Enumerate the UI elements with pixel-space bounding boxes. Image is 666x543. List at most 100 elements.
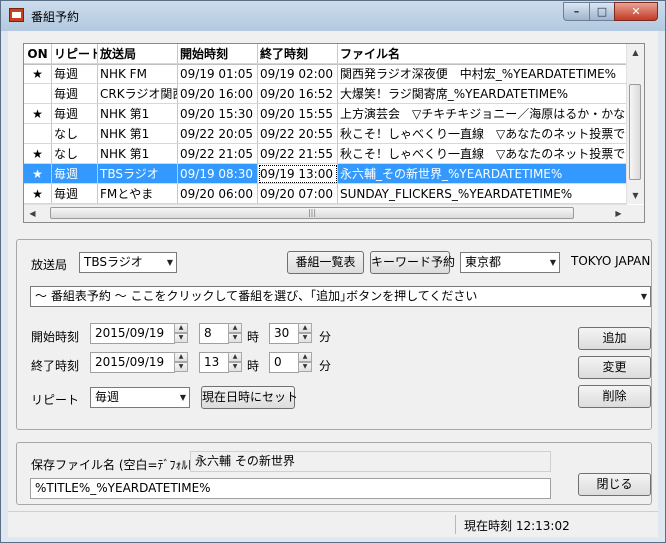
repeat-label: リピート [31,393,80,407]
vertical-scrollbar[interactable]: ▲ ▼ [626,44,644,204]
set-now-button[interactable]: 現在日時にセット [201,386,298,409]
scroll-down-icon[interactable]: ▼ [627,187,644,204]
spin-up-icon[interactable]: ▲ [228,323,242,333]
window-title: 番組予約 [31,10,80,24]
cell-filename: 大爆笑！ラジ関寄席_%YEARDATETIME% [338,84,644,104]
table-row[interactable]: ★ なし NHK 第1 09/22 21:05 09/22 21:55 秋こそ！しゃべくり… [24,144,644,164]
spin-down-icon[interactable]: ▼ [174,362,188,372]
scroll-right-icon[interactable]: ▶ [610,205,627,222]
reservation-table[interactable]: ON リピート 放送局 開始時刻 終了時刻 ファイル名 ★ 毎週 NHK FM 09/… [23,43,645,223]
cell-on [24,124,52,144]
spin-down-icon[interactable]: ▼ [174,333,188,343]
spin-down-icon[interactable]: ▼ [298,362,312,372]
vertical-scroll-thumb[interactable] [629,84,641,180]
title-bar[interactable]: 番組予約 – □ ✕ [1,1,665,31]
cell-start: 09/19 08:30 [178,164,258,184]
end-hour-field[interactable]: 13 [199,352,229,373]
cell-repeat: なし [52,124,98,144]
table-header: ON リピート 放送局 開始時刻 終了時刻 ファイル名 [24,44,644,65]
maximize-icon: □ [596,5,608,18]
spin-down-icon[interactable]: ▼ [228,333,242,343]
end-minute-unit: 分 [319,359,332,373]
spin-up-icon[interactable]: ▲ [298,323,312,333]
chevron-down-icon: ▼ [640,292,647,301]
chevron-down-icon: ▼ [179,393,186,402]
column-header-repeat[interactable]: リピート [52,44,98,64]
spin-up-icon[interactable]: ▲ [174,323,188,333]
spin-down-icon[interactable]: ▼ [228,362,242,372]
start-minute-spinner[interactable]: ▲ ▼ [298,323,312,344]
start-hour-unit: 時 [247,330,260,344]
end-minute-spinner[interactable]: ▲ ▼ [298,352,312,373]
table-row[interactable]: ★ 毎週 FMとやま 09/20 06:00 09/20 07:00 SUNDAY_FLI… [24,184,644,204]
start-minute-field[interactable]: 30 [269,323,299,344]
keyword-reserve-button[interactable]: キーワード予約 [370,251,455,274]
scroll-left-icon[interactable]: ◀ [24,205,41,222]
spin-up-icon[interactable]: ▲ [298,352,312,362]
cell-end: 09/22 21:55 [258,144,338,164]
cell-station: NHK 第1 [98,124,178,144]
cell-station: NHK 第1 [98,144,178,164]
cell-station: TBSラジオ [98,164,178,184]
cell-station: NHK 第1 [98,104,178,124]
column-header-on[interactable]: ON [24,44,52,64]
cell-on: ★ [24,184,52,204]
close-icon: ✕ [631,5,641,18]
table-row[interactable]: ★ 毎週 NHK 第1 09/20 15:30 09/20 15:55 上方演芸会 ▽チキ… [24,104,644,124]
start-hour-spinner[interactable]: ▲ ▼ [228,323,242,344]
cell-repeat: なし [52,144,98,164]
chevron-down-icon: ▼ [166,258,173,267]
cell-filename: 秋こそ！しゃべくり一直線 ▽あなたのネット投票で“しゃべくり王 [338,144,644,164]
table-row[interactable]: 毎週 CRKラジオ関西 09/20 16:00 09/20 16:52 大爆笑！ラジ関寄… [24,84,644,104]
filename-input[interactable]: %TITLE%_%YEARDATETIME% [30,478,551,499]
chevron-down-icon: ▼ [549,258,556,267]
cell-start: 09/19 01:05 [178,64,258,84]
cell-filename: 永六輔_その新世界_%YEARDATETIME% [338,164,644,184]
cell-end: 09/20 15:55 [258,104,338,124]
spin-down-icon[interactable]: ▼ [298,333,312,343]
column-header-end[interactable]: 終了時刻 [258,44,338,64]
add-button[interactable]: 追加 [578,327,651,350]
start-hour-field[interactable]: 8 [199,323,229,344]
cell-filename: 関西発ラジオ深夜便 中村宏_%YEARDATETIME% [338,64,644,84]
program-list-button[interactable]: 番組一覧表 [287,251,364,274]
client-area: ON リピート 放送局 開始時刻 終了時刻 ファイル名 ★ 毎週 NHK FM 09/… [8,31,658,537]
spin-up-icon[interactable]: ▲ [174,352,188,362]
column-header-station[interactable]: 放送局 [98,44,178,64]
column-header-start[interactable]: 開始時刻 [178,44,258,64]
table-row[interactable]: ★ 毎週 NHK FM 09/19 01:05 09/19 02:00 関西発ラジオ深夜便… [24,64,644,84]
repeat-select[interactable]: 毎週 ▼ [90,387,190,408]
cell-repeat: 毎週 [52,184,98,204]
end-hour-spinner[interactable]: ▲ ▼ [228,352,242,373]
maximize-button[interactable]: □ [589,2,615,21]
end-date-field[interactable]: 2015/09/19 [90,352,175,373]
cell-end: 09/20 16:52 [258,84,338,104]
end-minute-field[interactable]: 0 [269,352,299,373]
horizontal-scroll-thumb[interactable]: ||| [50,207,574,219]
area-select-value: 東京都 [465,255,502,269]
delete-button[interactable]: 削除 [578,385,651,408]
start-date-spinner[interactable]: ▲ ▼ [174,323,188,344]
cell-repeat: 毎週 [52,104,98,124]
scroll-up-icon[interactable]: ▲ [627,44,644,61]
table-row[interactable]: ★ 毎週 TBSラジオ 09/19 08:30 09/19 13:00 永六輔_その新世界… [24,164,644,184]
program-title-field: 永六輔 その新世界 [190,451,551,472]
cell-start: 09/22 20:05 [178,124,258,144]
area-select[interactable]: 東京都 ▼ [460,252,560,273]
change-button[interactable]: 変更 [578,356,651,379]
close-window-button[interactable]: ✕ [614,2,658,21]
minimize-button[interactable]: – [563,2,590,21]
cell-on: ★ [24,104,52,124]
end-date-spinner[interactable]: ▲ ▼ [174,352,188,373]
start-date-field[interactable]: 2015/09/19 [90,323,175,344]
close-button[interactable]: 閉じる [578,473,651,496]
column-header-filename[interactable]: ファイル名 [338,44,644,64]
spin-up-icon[interactable]: ▲ [228,352,242,362]
program-table-select[interactable]: ～ 番組表予約 ～ ここをクリックして番組を選び、｢追加｣ボタンを押してください… [30,286,651,307]
table-row[interactable]: なし NHK 第1 09/22 20:05 09/22 20:55 秋こそ！しゃべくり一… [24,124,644,144]
station-select[interactable]: TBSラジオ ▼ [79,252,177,273]
minimize-icon: – [573,5,580,18]
cell-on: ★ [24,64,52,84]
status-separator [455,515,456,534]
horizontal-scrollbar[interactable]: ◀ ||| ▶ [24,204,627,222]
